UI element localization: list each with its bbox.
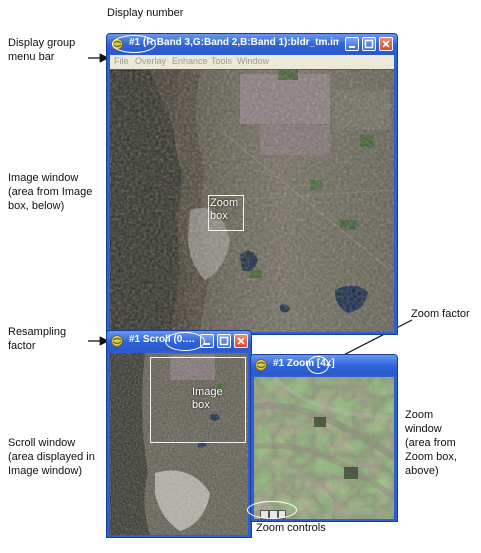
resampling-factor-callout xyxy=(165,332,205,351)
image-window-title: #1 (R:Band 3,G:Band 2,B:Band 1):bldr_tm.… xyxy=(129,37,339,48)
menu-tools[interactable]: Tools xyxy=(211,56,232,66)
zoom-box-label: Zoom box xyxy=(210,197,239,222)
image-box-label: Image box xyxy=(192,386,223,411)
envi-globe-icon xyxy=(111,335,123,347)
menu-file[interactable]: File xyxy=(114,56,129,66)
display-number-callout xyxy=(112,35,156,53)
zoom-window[interactable]: #1 Zoom [4x] xyxy=(247,354,398,522)
maximize-button[interactable] xyxy=(362,37,376,51)
scroll-image[interactable]: Image box xyxy=(110,353,248,535)
satellite-image[interactable]: Zoom box xyxy=(110,70,394,332)
minimize-button[interactable] xyxy=(345,37,359,51)
envi-globe-icon xyxy=(255,359,267,371)
image-window[interactable]: #1 (R:Band 3,G:Band 2,B:Band 1):bldr_tm.… xyxy=(106,33,398,335)
close-button[interactable] xyxy=(379,37,393,51)
display-group-menu-bar: File Overlay Enhance Tools Window xyxy=(110,55,394,69)
maximize-button[interactable] xyxy=(217,334,231,348)
landsat-scene xyxy=(110,70,394,332)
zoom-image[interactable] xyxy=(254,377,394,519)
scroll-window[interactable]: #1 Scroll (0.… Image box xyxy=(106,330,252,538)
close-button[interactable] xyxy=(234,334,248,348)
menu-overlay[interactable]: Overlay xyxy=(135,56,166,66)
zoom-controls-callout xyxy=(247,501,297,519)
zoom-scene xyxy=(254,377,394,519)
menu-window[interactable]: Window xyxy=(237,56,269,66)
zoom-factor-callout xyxy=(307,356,329,374)
menu-enhance[interactable]: Enhance xyxy=(172,56,208,66)
